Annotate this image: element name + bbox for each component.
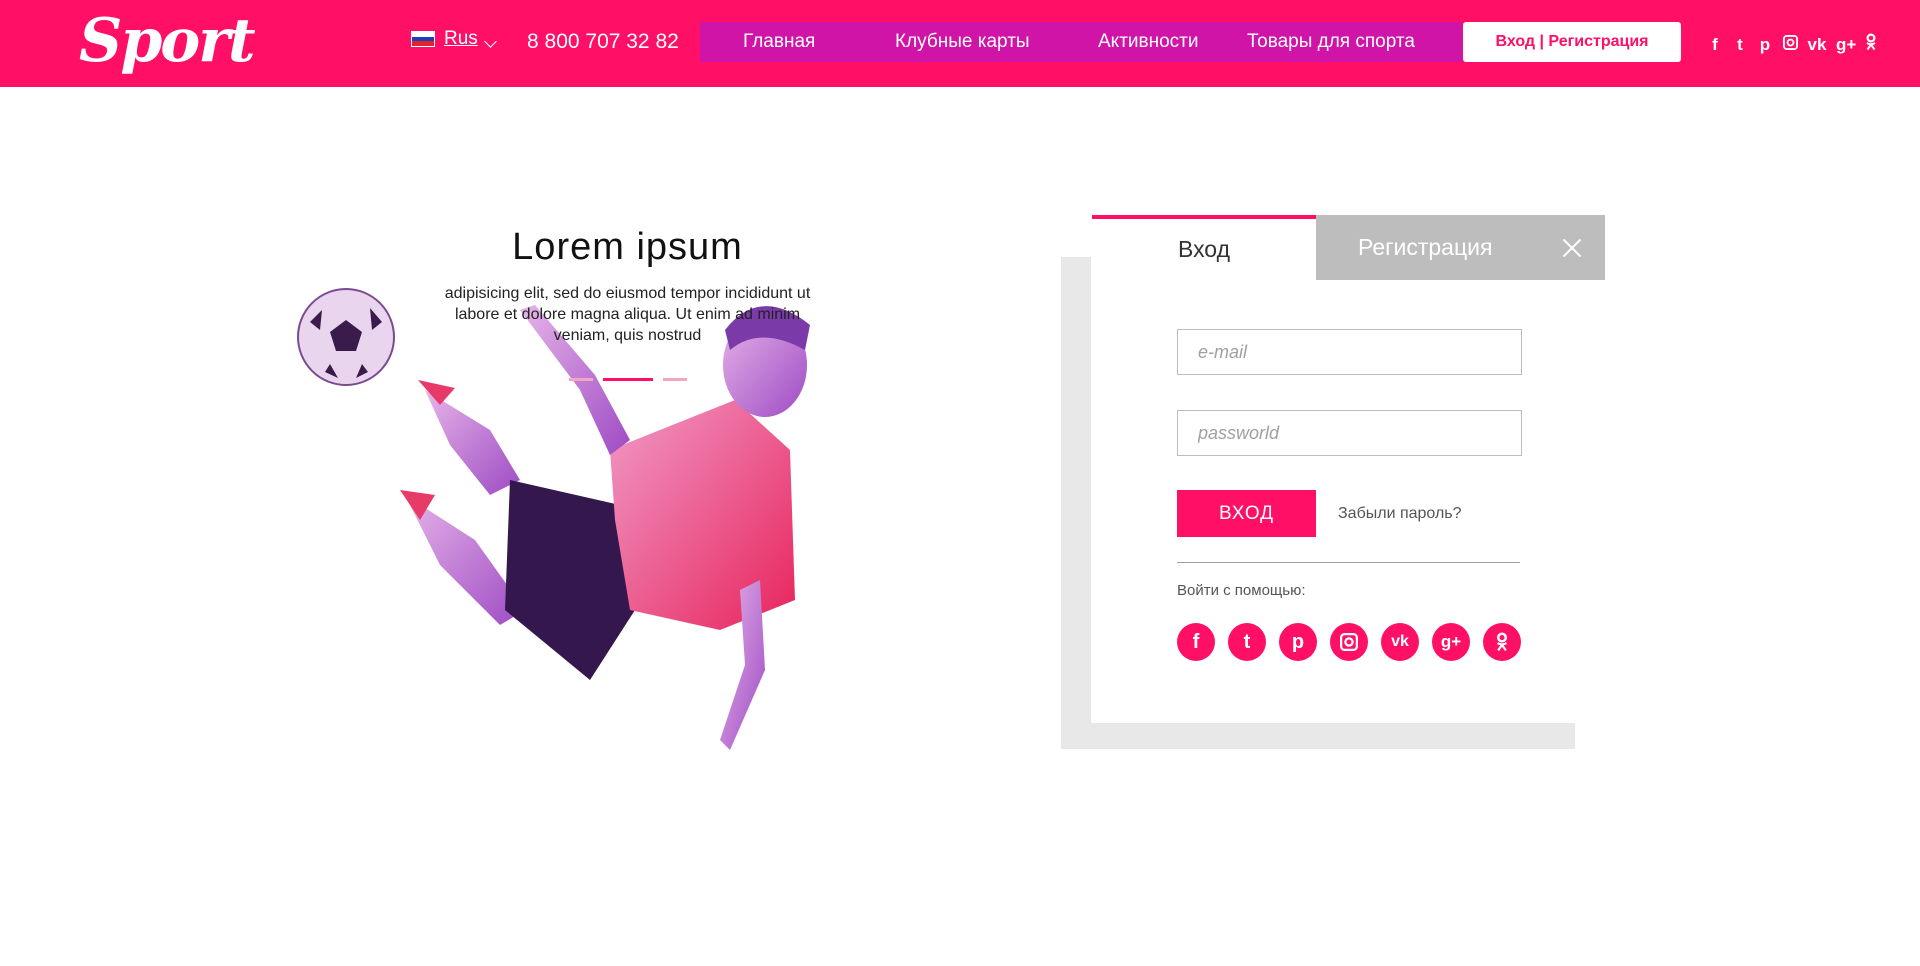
odnoklassniki-icon[interactable]	[1863, 33, 1879, 56]
twitter-icon[interactable]: t	[1732, 35, 1748, 55]
google-plus-icon[interactable]: g+	[1432, 623, 1470, 661]
slider-dot-active[interactable]	[603, 378, 653, 381]
facebook-icon[interactable]: f	[1707, 35, 1723, 55]
tab-login[interactable]: Вход	[1092, 215, 1316, 280]
nav-item-sport-goods[interactable]: Товары для спорта	[1247, 22, 1415, 62]
language-label: Rus	[444, 28, 478, 49]
vk-icon[interactable]: vk	[1381, 623, 1419, 661]
header-social-links: f t p vk g+	[1707, 33, 1879, 56]
football-player-illustration	[297, 288, 810, 750]
russia-flag-icon	[411, 31, 435, 47]
login-submit-button[interactable]: ВХОД	[1177, 490, 1316, 537]
slider-dot[interactable]	[663, 378, 687, 381]
pinterest-icon[interactable]: p	[1279, 623, 1317, 661]
login-register-button[interactable]: Вход | Регистрация	[1463, 22, 1681, 62]
twitter-icon[interactable]: t	[1228, 623, 1266, 661]
odnoklassniki-icon[interactable]	[1483, 623, 1521, 661]
social-login-label: Войти с помощью:	[1177, 582, 1306, 599]
card-shadow	[1061, 257, 1091, 749]
instagram-icon[interactable]	[1330, 623, 1368, 661]
tab-register-label: Регистрация	[1358, 234, 1493, 260]
phone-number[interactable]: 8 800 707 32 82	[527, 30, 679, 54]
header: Sport Rus 8 800 707 32 82 Главная Клубны…	[0, 0, 1920, 87]
slider-dots	[569, 378, 687, 381]
slider-dot[interactable]	[569, 378, 593, 381]
forgot-password-link[interactable]: Забыли пароль?	[1338, 505, 1462, 523]
divider	[1177, 562, 1520, 563]
nav-item-activities[interactable]: Активности	[1098, 22, 1198, 62]
card-shadow	[1061, 722, 1575, 749]
email-field[interactable]	[1177, 329, 1522, 375]
nav-item-home[interactable]: Главная	[743, 22, 815, 62]
social-login-buttons: f t p vk g+	[1177, 623, 1521, 661]
hero-title: Lorem ipsum	[512, 226, 743, 268]
pinterest-icon[interactable]: p	[1757, 35, 1773, 55]
nav-item-club-cards[interactable]: Клубные карты	[895, 22, 1030, 62]
hero-text: adipisicing elit, sed do eiusmod tempor …	[444, 285, 811, 344]
facebook-icon[interactable]: f	[1177, 623, 1215, 661]
main-nav: Главная Клубные карты Активности Товары …	[700, 22, 1462, 62]
close-icon[interactable]	[1560, 236, 1584, 260]
google-plus-icon[interactable]: g+	[1836, 35, 1856, 55]
chevron-down-icon	[483, 34, 497, 48]
logo[interactable]: Sport	[79, 6, 256, 76]
soccer-ball	[297, 288, 395, 386]
password-field[interactable]	[1177, 410, 1522, 456]
language-selector[interactable]: Rus	[411, 28, 497, 50]
vk-icon[interactable]: vk	[1807, 35, 1827, 55]
instagram-icon[interactable]	[1782, 34, 1798, 55]
